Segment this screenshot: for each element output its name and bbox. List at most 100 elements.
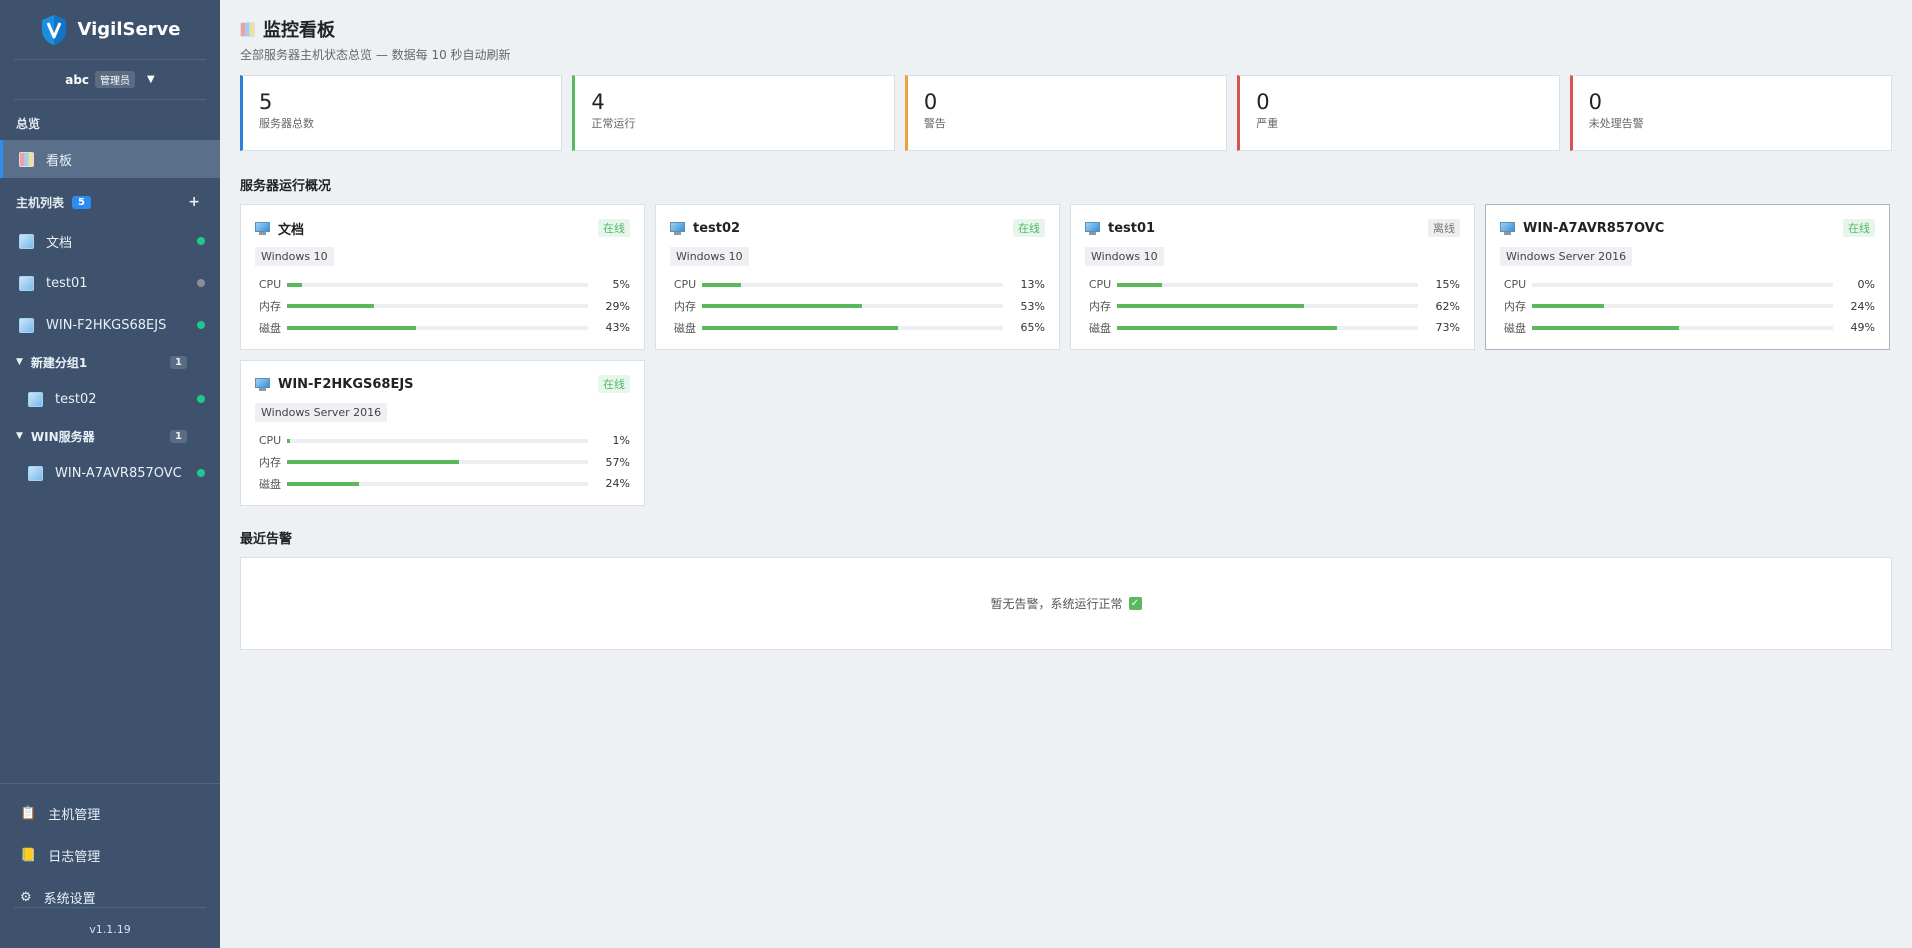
sidebar-host-item[interactable]: WIN-A7AVR857OVC: [0, 452, 220, 494]
sidebar-item-0[interactable]: 📋 主机管理: [0, 792, 220, 834]
metric-bar-fill: [1117, 282, 1163, 287]
card-header: test01 离线: [1085, 217, 1460, 239]
server-card[interactable]: WIN-F2HKGS68EJS 在线 Windows Server 2016 CPU 1…: [240, 360, 645, 506]
server-icon: [28, 465, 43, 481]
stat-label: 警告: [923, 117, 946, 130]
metric-row-mem: 内存 57%: [255, 452, 630, 474]
os-tag: Windows 10: [255, 247, 334, 266]
metric-value: 57%: [605, 455, 630, 469]
metric-value: 62%: [1435, 299, 1460, 313]
sidebar-item-2[interactable]: ⚙ 系统设置: [0, 876, 220, 918]
server-icon: [19, 233, 34, 249]
status-dot: [197, 469, 205, 477]
metric-bar-fill: [702, 325, 898, 330]
sidebar-host-item[interactable]: 文档: [0, 220, 220, 262]
metric-bar-fill: [702, 282, 742, 287]
server-name: WIN-A7AVR857OVC: [1523, 220, 1665, 236]
metric-bar-fill: [287, 438, 290, 443]
metric-bar-track: [702, 325, 1003, 330]
notebook-icon: 📒: [20, 847, 37, 863]
group-count-badge: 1: [170, 355, 187, 369]
card-header: 文档 在线: [255, 217, 630, 239]
metric-label: 磁盘: [674, 321, 696, 335]
metric-bar-track: [287, 438, 588, 443]
alerts-section-title: 最近告警: [240, 532, 293, 547]
metric-label: 磁盘: [259, 477, 281, 491]
metric-value: 73%: [1435, 321, 1460, 335]
metric-value: 43%: [605, 321, 630, 335]
metric-row-cpu: CPU 1%: [255, 430, 630, 452]
sidebar-group-header[interactable]: ▼ WIN服务器 1: [0, 420, 220, 452]
user-name: abc: [65, 72, 90, 87]
sidebar-host-item[interactable]: WIN-F2HKGS68EJS: [0, 304, 220, 346]
server-icon: [28, 391, 43, 407]
page-title-text: 监控看板: [263, 20, 335, 41]
group-label: 新建分组1: [30, 355, 88, 370]
server-name: WIN-F2HKGS68EJS: [278, 376, 414, 392]
metric-value: 65%: [1020, 321, 1045, 335]
clipboard-icon: 📋: [20, 805, 37, 821]
brand[interactable]: VigilServe: [14, 0, 206, 60]
metric-value: 29%: [605, 299, 630, 313]
stat-label: 正常运行: [591, 117, 636, 130]
page-subtitle: 全部服务器主机状态总览 — 数据每 10 秒自动刷新: [240, 48, 511, 62]
metric-bar-track: [702, 304, 1003, 309]
host-label: 文档: [46, 235, 73, 251]
overview-section-title: 总览: [16, 116, 41, 131]
metric-bar-track: [287, 481, 588, 486]
metric-row-cpu: CPU 15%: [1085, 274, 1460, 296]
server-icon: [19, 275, 34, 291]
user-menu[interactable]: abc 管理员 ▼: [14, 60, 206, 100]
status-dot: [197, 279, 205, 287]
triangle-down-icon[interactable]: ▼: [16, 357, 23, 367]
server-card[interactable]: test02 在线 Windows 10 CPU 13% 内存 53% 磁盘 65%: [655, 204, 1060, 350]
server-card[interactable]: test01 离线 Windows 10 CPU 15% 内存 62% 磁盘 73%: [1070, 204, 1475, 350]
chart-icon: [19, 151, 34, 167]
card-header: WIN-A7AVR857OVC 在线: [1500, 217, 1875, 239]
sidebar-item-dashboard[interactable]: 看板: [0, 140, 220, 178]
metric-label: 磁盘: [259, 321, 281, 335]
stat-card: 0 未处理告警: [1569, 75, 1893, 151]
metric-bar-fill: [1532, 304, 1605, 309]
sidebar-item-1[interactable]: 📒 日志管理: [0, 834, 220, 876]
stats-row: 5 服务器总数 4 正常运行 0 警告 0 严重 0 未处理告警: [240, 75, 1893, 151]
triangle-down-icon[interactable]: ▼: [16, 431, 23, 441]
metric-label: 内存: [259, 456, 281, 470]
metric-label: 磁盘: [1089, 321, 1111, 335]
stat-label: 未处理告警: [1588, 117, 1644, 130]
monitor-icon: [255, 221, 270, 235]
os-tag: Windows 10: [1085, 247, 1164, 266]
metric-row-mem: 内存 62%: [1085, 296, 1460, 318]
main-content: 监控看板 全部服务器主机状态总览 — 数据每 10 秒自动刷新 5 服务器总数 4 正…: [240, 16, 1893, 650]
metric-row-disk: 磁盘 43%: [255, 317, 630, 339]
server-card[interactable]: WIN-A7AVR857OVC 在线 Windows Server 2016 CPU 0…: [1485, 204, 1890, 350]
check-icon: ✓: [1128, 597, 1142, 610]
metric-row-disk: 磁盘 24%: [255, 473, 630, 495]
metrics: CPU 15% 内存 62% 磁盘 73%: [1085, 274, 1460, 339]
metric-bar-fill: [287, 460, 459, 465]
user-role-badge: 管理员: [95, 71, 136, 88]
hosts-section-title: 主机列表 5 +: [0, 184, 220, 220]
monitor-icon: [1085, 221, 1100, 235]
stat-value: 4: [591, 90, 605, 114]
sidebar-host-item[interactable]: test01: [0, 262, 220, 304]
caret-down-icon[interactable]: ▼: [147, 74, 155, 85]
gear-icon: ⚙: [20, 889, 32, 905]
sidebar-group-header[interactable]: ▼ 新建分组1 1: [0, 346, 220, 378]
server-card[interactable]: 文档 在线 Windows 10 CPU 5% 内存 29% 磁盘 43%: [240, 204, 645, 350]
server-grid: 文档 在线 Windows 10 CPU 5% 内存 29% 磁盘 43% test02 在线 Win…: [240, 204, 1892, 506]
host-label: WIN-A7AVR857OVC: [55, 465, 182, 481]
metric-row-disk: 磁盘 65%: [670, 317, 1045, 339]
metrics: CPU 0% 内存 24% 磁盘 49%: [1500, 274, 1875, 339]
add-host-button[interactable]: +: [188, 194, 200, 210]
stat-label: 服务器总数: [259, 117, 314, 130]
monitor-icon: [670, 221, 685, 235]
chart-icon: [240, 21, 255, 37]
hosts-title: 主机列表: [16, 195, 65, 210]
stat-value: 0: [1256, 90, 1270, 114]
metric-bar-fill: [702, 304, 862, 309]
metric-bar-track: [1117, 304, 1418, 309]
metric-row-disk: 磁盘 49%: [1500, 317, 1875, 339]
sidebar-host-item[interactable]: test02: [0, 378, 220, 420]
metric-row-disk: 磁盘 73%: [1085, 317, 1460, 339]
